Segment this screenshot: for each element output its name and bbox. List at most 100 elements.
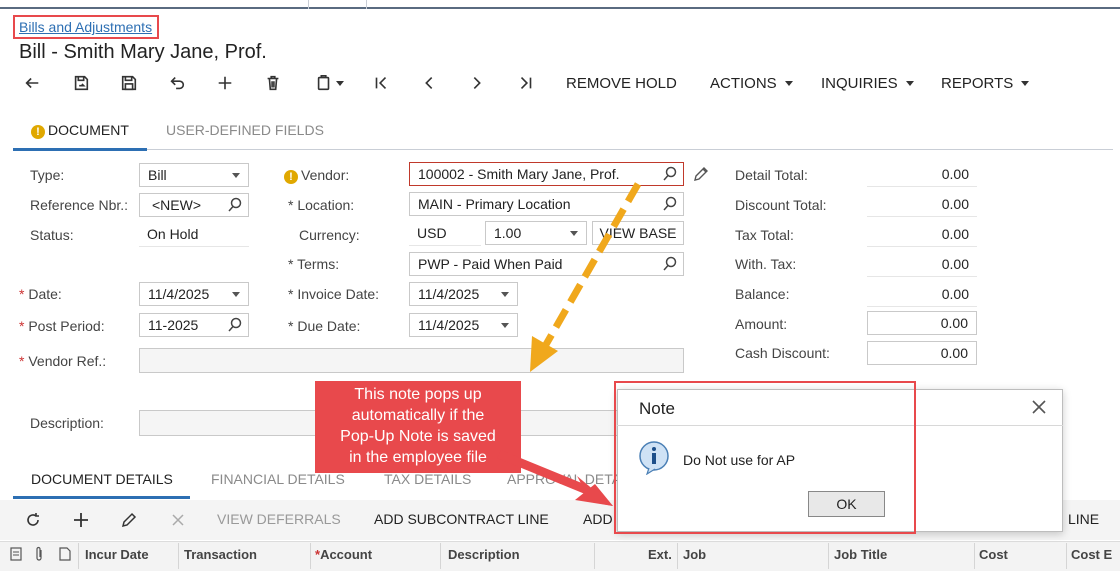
callout-arrow: [497, 449, 613, 506]
col-job-title[interactable]: Job Title: [834, 547, 887, 562]
callout-line-2: automatically if the: [351, 407, 485, 424]
invoice-date-value: 11/4/2025: [418, 286, 480, 302]
tab-tax-details[interactable]: TAX DETAILS: [384, 471, 471, 487]
chevron-down-icon: [784, 80, 793, 86]
discount-total-label: Discount Total:: [735, 197, 827, 213]
currency-label: Currency:: [299, 227, 360, 243]
location-label-text: Location:: [297, 197, 355, 213]
bottom-tab-active-indicator: [13, 496, 190, 499]
due-date-label-text: Due Date:: [297, 318, 361, 334]
type-select[interactable]: Bill: [139, 163, 249, 187]
post-period-field[interactable]: 11-2025: [139, 313, 249, 337]
post-period-label: * Post Period:: [19, 318, 105, 334]
search-icon[interactable]: [227, 317, 243, 333]
date-label: * Date:: [19, 286, 62, 302]
grid-col-separator: [677, 543, 678, 569]
tab-user-defined-fields[interactable]: USER-DEFINED FIELDS: [166, 122, 324, 138]
due-date-field[interactable]: 11/4/2025: [409, 313, 518, 337]
col-transaction[interactable]: Transaction: [184, 547, 257, 562]
search-icon[interactable]: [662, 256, 678, 272]
top-divider: [0, 0, 1120, 9]
grid-col-separator: [178, 543, 179, 569]
files-icon[interactable]: [10, 547, 22, 561]
cash-discount-label: Cash Discount:: [735, 345, 830, 361]
search-icon[interactable]: [227, 197, 243, 213]
date-label-text: Date:: [28, 286, 62, 302]
date-field[interactable]: 11/4/2025: [139, 282, 249, 306]
refresh-icon[interactable]: [24, 511, 42, 529]
reports-menu-button[interactable]: REPORTS: [941, 72, 1030, 94]
grid-header: [0, 541, 1120, 571]
view-deferrals-button[interactable]: VIEW DEFERRALS: [217, 511, 341, 527]
col-job[interactable]: Job: [683, 547, 706, 562]
actions-label: ACTIONS: [710, 74, 777, 92]
type-value: Bill: [148, 167, 167, 183]
tab-financial-details[interactable]: FINANCIAL DETAILS: [211, 471, 345, 487]
delete-row-icon[interactable]: [169, 511, 187, 529]
grid-col-separator: [1066, 543, 1067, 569]
chevron-down-icon: [905, 80, 914, 86]
col-cost-e[interactable]: Cost E: [1071, 547, 1112, 562]
actions-menu-button[interactable]: ACTIONS: [710, 72, 793, 94]
add-icon[interactable]: [213, 72, 237, 94]
undo-icon[interactable]: [165, 72, 189, 94]
top-tab-sep-1: [308, 0, 309, 9]
col-cost[interactable]: Cost: [979, 547, 1008, 562]
close-icon[interactable]: [1031, 399, 1047, 415]
warning-icon: !: [284, 170, 298, 184]
add-row-icon[interactable]: [72, 511, 90, 529]
col-account[interactable]: *Account: [315, 547, 372, 562]
next-record-icon[interactable]: [465, 72, 489, 94]
invoice-date-field[interactable]: 11/4/2025: [409, 282, 518, 306]
delete-icon[interactable]: [261, 72, 285, 94]
breadcrumb[interactable]: Bills and Adjustments: [13, 15, 159, 39]
first-record-icon[interactable]: [369, 72, 393, 94]
grid-col-separator: [828, 543, 829, 569]
save-icon[interactable]: [117, 72, 141, 94]
save-close-icon[interactable]: [69, 72, 93, 94]
terms-label: * Terms:: [288, 256, 340, 272]
due-date-value: 11/4/2025: [418, 317, 480, 333]
previous-record-icon[interactable]: [417, 72, 441, 94]
location-label: * Location:: [288, 197, 355, 213]
top-tab-sep-2: [366, 0, 367, 9]
callout-line-1: This note pops up: [354, 386, 482, 403]
grid-col-separator: [594, 543, 595, 569]
with-tax-value: 0.00: [867, 253, 977, 277]
vendor-ref-label: * Vendor Ref.:: [19, 353, 107, 369]
clipboard-menu-icon[interactable]: [310, 72, 348, 94]
tab-document[interactable]: ! DOCUMENT: [31, 122, 129, 139]
amount-input[interactable]: 0.00: [867, 311, 977, 335]
grid-col-separator: [440, 543, 441, 569]
note-icon[interactable]: [59, 547, 71, 561]
attachment-icon[interactable]: [33, 546, 45, 562]
annotation-callout: This note pops up automatically if the P…: [315, 381, 521, 473]
edit-pencil-icon[interactable]: [692, 165, 710, 183]
col-incur-date[interactable]: Incur Date: [85, 547, 149, 562]
search-icon[interactable]: [662, 196, 678, 212]
grid-col-separator: [974, 543, 975, 569]
grid-col-separator: [78, 543, 79, 569]
balance-label: Balance:: [735, 286, 790, 302]
inquiries-menu-button[interactable]: INQUIRIES: [821, 72, 914, 94]
search-icon[interactable]: [662, 166, 678, 182]
back-arrow-icon[interactable]: [20, 72, 44, 94]
type-label: Type:: [30, 167, 65, 183]
tab-bar-divider: [13, 149, 1113, 150]
edit-icon[interactable]: [120, 511, 138, 529]
last-record-icon[interactable]: [514, 72, 538, 94]
line-partial-button[interactable]: LINE: [1068, 511, 1099, 527]
tab-document-details[interactable]: DOCUMENT DETAILS: [31, 471, 173, 487]
tab-document-label: DOCUMENT: [48, 122, 129, 138]
reference-nbr-field[interactable]: <NEW>: [139, 193, 249, 217]
due-date-label: * Due Date:: [288, 318, 361, 334]
warning-icon: !: [31, 125, 45, 139]
post-period-label-text: Post Period:: [28, 318, 105, 334]
currency-value: USD: [409, 222, 481, 246]
remove-hold-button[interactable]: REMOVE HOLD: [566, 72, 677, 94]
amount-label: Amount:: [735, 316, 788, 332]
cash-discount-input[interactable]: 0.00: [867, 341, 977, 365]
reference-nbr-label: Reference Nbr.:: [30, 197, 129, 213]
col-ext[interactable]: Ext.: [648, 547, 672, 562]
col-description[interactable]: Description: [448, 547, 520, 562]
